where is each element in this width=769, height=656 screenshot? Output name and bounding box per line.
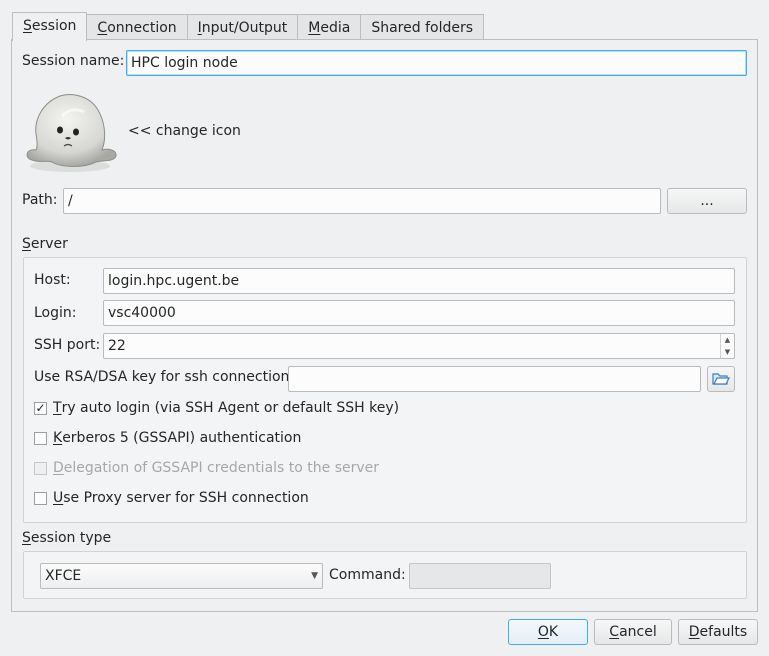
host-input[interactable]: login.hpc.ugent.be	[103, 268, 735, 294]
proxy-checkbox[interactable]: Use Proxy server for SSH connection	[34, 490, 309, 506]
checkbox-box	[34, 491, 47, 505]
session-name-input[interactable]: HPC login node	[126, 50, 747, 76]
kerberos-checkbox[interactable]: Kerberos 5 (GSSAPI) authentication	[34, 430, 301, 446]
tab-bar: Session Connection Input/Output Media Sh…	[12, 12, 485, 41]
tab-session[interactable]: Session	[12, 12, 88, 41]
rsa-key-input[interactable]	[288, 366, 701, 392]
cancel-button[interactable]: Cancel	[594, 619, 672, 645]
seal-icon[interactable]	[22, 90, 118, 174]
change-icon-link[interactable]: << change icon	[128, 123, 241, 139]
session-name-label: Session name:	[22, 53, 125, 69]
tab-shared-folders[interactable]: Shared folders	[360, 14, 485, 40]
session-type-select[interactable]: XFCE ▼	[40, 563, 323, 589]
tab-media[interactable]: Media	[297, 14, 362, 40]
ok-button[interactable]: OK	[508, 619, 588, 645]
command-input	[409, 563, 551, 589]
ssh-port-label: SSH port:	[34, 337, 101, 353]
host-label: Host:	[34, 272, 71, 288]
rsa-key-label: Use RSA/DSA key for ssh connection:	[34, 369, 295, 385]
folder-open-icon	[712, 373, 730, 385]
browse-path-button[interactable]: ...	[667, 188, 747, 214]
ssh-port-value: 22	[108, 338, 126, 354]
spin-arrows-icon[interactable]: ▲ ▼	[720, 334, 734, 358]
path-input[interactable]: /	[63, 188, 661, 214]
session-type-group-title: Session type	[22, 530, 112, 546]
command-label: Command:	[329, 567, 406, 583]
chevron-down-icon: ▼	[311, 571, 318, 581]
delegation-checkbox: Delegation of GSSAPI credentials to the …	[34, 460, 379, 476]
path-label: Path:	[22, 192, 58, 208]
checkbox-box	[34, 431, 47, 445]
login-input[interactable]: vsc40000	[103, 300, 735, 326]
ssh-port-spinbox[interactable]: 22 ▲ ▼	[103, 333, 735, 359]
defaults-button[interactable]: Defaults	[678, 619, 758, 645]
tab-connection[interactable]: Connection	[86, 14, 188, 40]
checkbox-box	[34, 461, 47, 475]
auto-login-checkbox[interactable]: ✓ Try auto login (via SSH Agent or defau…	[34, 400, 399, 416]
checkmark-icon: ✓	[34, 400, 47, 415]
rsa-key-browse-button[interactable]	[707, 366, 735, 392]
tab-input-output[interactable]: Input/Output	[186, 14, 299, 40]
session-type-value: XFCE	[45, 568, 82, 584]
server-group-title: Server	[22, 236, 68, 252]
login-label: Login:	[34, 305, 77, 321]
